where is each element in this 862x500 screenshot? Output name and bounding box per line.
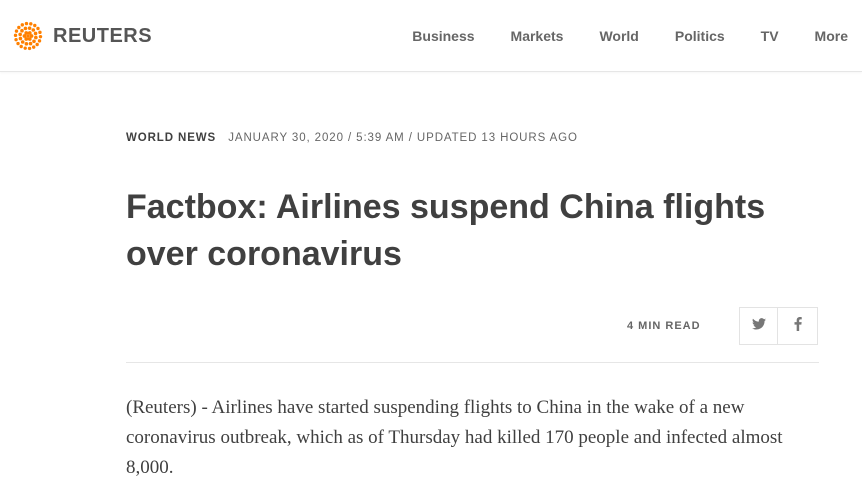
nav-item-business[interactable]: Business — [412, 27, 474, 45]
logo-dot — [38, 30, 42, 35]
logo-dot — [33, 23, 37, 28]
logo-dot — [14, 29, 19, 33]
logo-dot — [27, 31, 32, 35]
article-body-paragraph: (Reuters) - Airlines have started suspen… — [126, 397, 783, 478]
main-nav: Business Markets World Politics TV More — [376, 27, 848, 45]
logo-dot — [29, 22, 33, 26]
logo-dot — [37, 39, 42, 43]
logo-dot — [20, 28, 24, 33]
logo-dot — [20, 40, 25, 44]
article-headline: Factbox: Airlines suspend China flights … — [126, 188, 766, 273]
nav-item-more[interactable]: More — [815, 27, 848, 45]
logo-dot — [23, 26, 28, 31]
logo-dot — [20, 23, 25, 27]
logo-dot — [31, 28, 36, 32]
facebook-share-button[interactable] — [778, 307, 818, 345]
divider — [126, 362, 819, 363]
logo-dot — [28, 41, 33, 46]
logo-dot — [24, 31, 29, 35]
nav-item-tv[interactable]: TV — [761, 27, 779, 45]
logo-dot — [27, 26, 32, 30]
twitter-share-button[interactable] — [739, 307, 778, 345]
logo-dot — [36, 26, 40, 31]
logo-dot — [17, 25, 21, 30]
logo-dot — [23, 46, 27, 50]
logo-dot — [19, 44, 23, 49]
nav-item-politics[interactable]: Politics — [675, 27, 725, 45]
facebook-icon — [794, 316, 802, 336]
twitter-icon — [751, 317, 766, 335]
logo-dot — [26, 34, 30, 38]
nav-item-world[interactable]: World — [599, 27, 638, 45]
nav-item-markets[interactable]: Markets — [511, 27, 564, 45]
logo-dot — [24, 42, 29, 46]
logo-dot — [13, 33, 18, 38]
logo-dot — [32, 39, 36, 44]
article-meta: WORLD NEWS JANUARY 30, 2020 / 5:39 AM / … — [126, 132, 578, 144]
logo-dot — [35, 42, 39, 47]
logo-dot — [14, 37, 18, 42]
logo-dot — [24, 21, 29, 26]
dateline: JANUARY 30, 2020 / 5:39 AM / UPDATED 13 … — [228, 132, 578, 144]
reuters-logo[interactable]: REUTERS — [11, 20, 152, 52]
brand-name: REUTERS — [53, 24, 153, 47]
logo-dot — [18, 32, 22, 37]
section-label[interactable]: WORLD NEWS — [126, 132, 216, 144]
logo-dot — [18, 36, 23, 41]
reuters-dot-logo-icon — [11, 19, 45, 53]
logo-dot — [31, 45, 36, 49]
logo-dot — [16, 41, 20, 46]
logo-dot — [27, 37, 32, 41]
logo-dot — [27, 46, 32, 51]
top-navigation-bar: REUTERS Business Markets World Politics … — [0, 0, 862, 72]
logo-dot — [38, 34, 43, 39]
logo-dot — [33, 31, 38, 36]
read-time: 4 MIN READ — [627, 320, 701, 332]
logo-dot — [34, 35, 38, 40]
share-buttons — [739, 307, 818, 345]
